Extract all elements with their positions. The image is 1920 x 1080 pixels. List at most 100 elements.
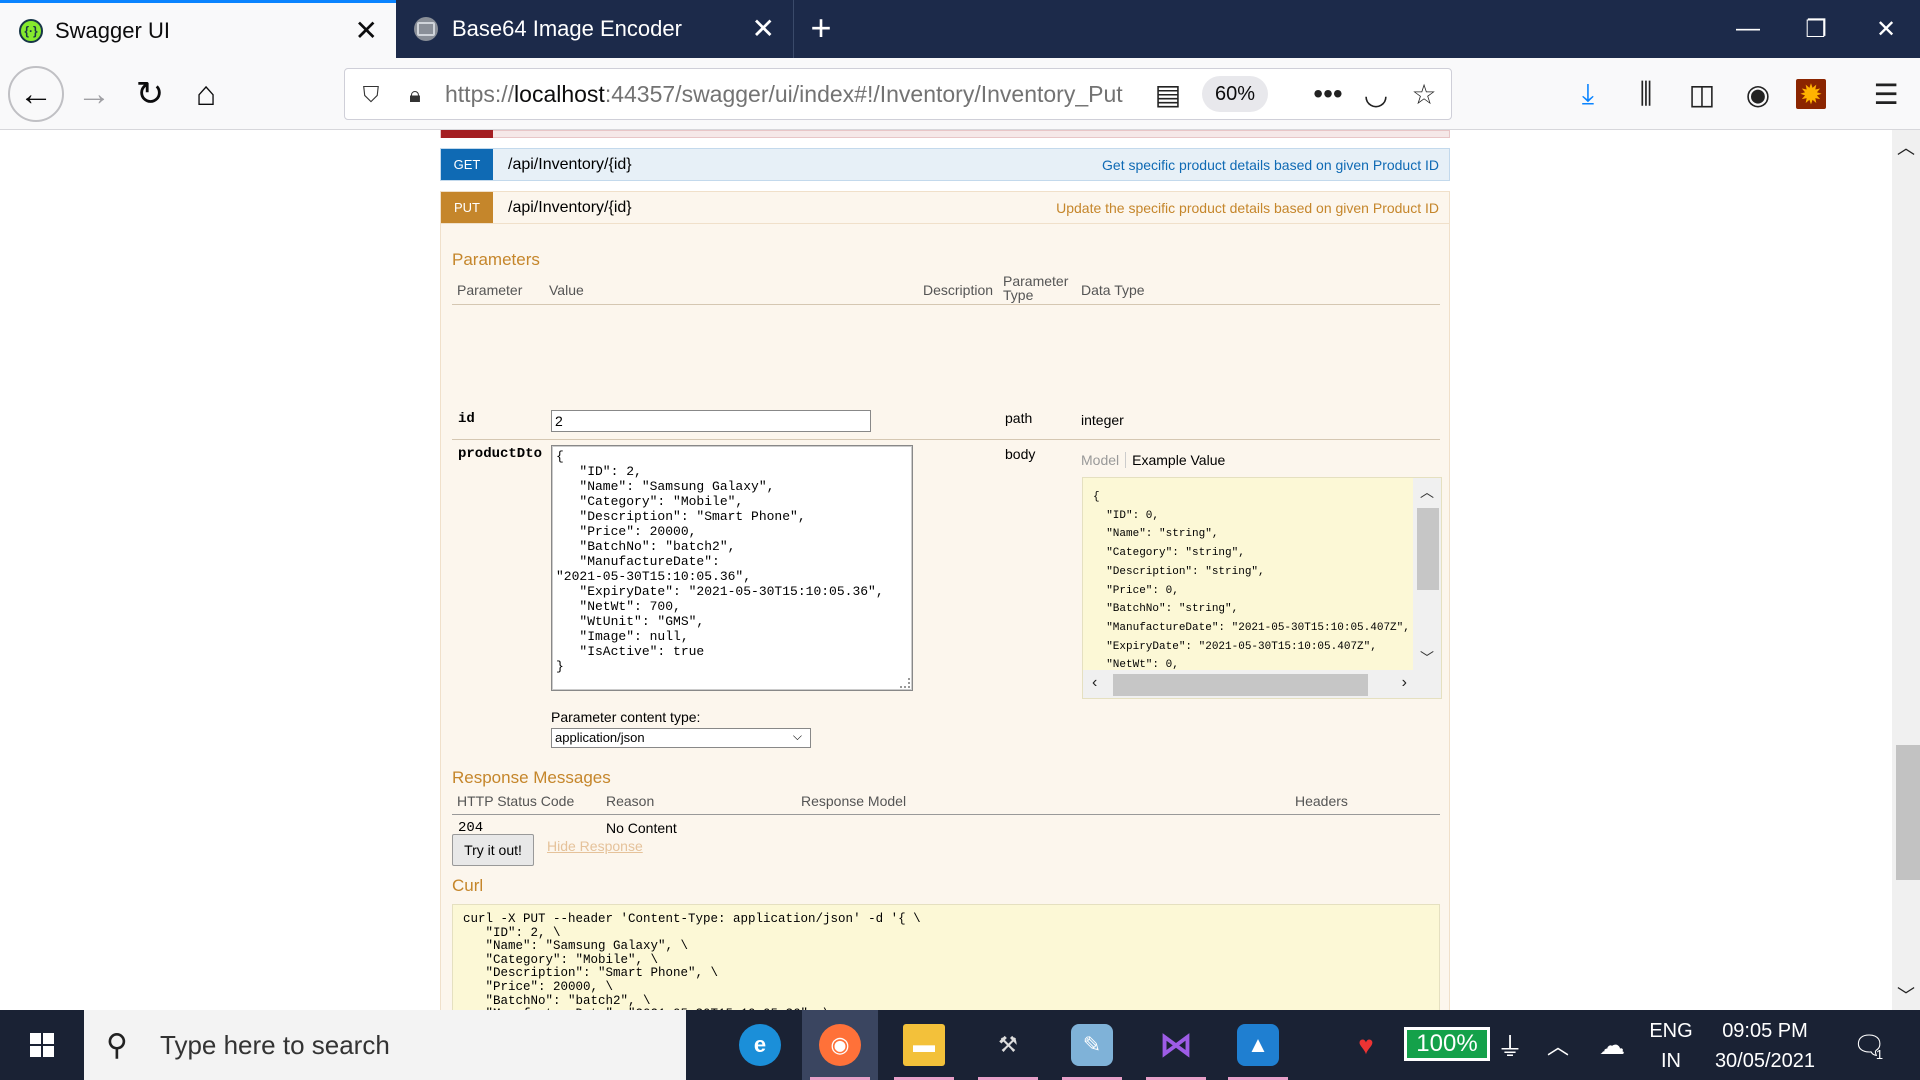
example-value-tab[interactable]: Example Value	[1125, 452, 1226, 468]
region-code: IN	[1661, 1050, 1681, 1072]
window-close-button[interactable]: ✕	[1852, 0, 1920, 58]
operation-get-inventory-id[interactable]: GET /api/Inventory/{id} Get specific pro…	[440, 148, 1450, 181]
nav-toolbar: ← → ↻ ⌂ ⛉ 🔒︎ https://localhost:44357/swa…	[0, 58, 1920, 130]
shield-icon[interactable]: ⛉	[357, 81, 385, 109]
chevron-left-icon[interactable]: ‹	[1092, 674, 1097, 692]
operation-summary[interactable]: Update the specific product details base…	[1056, 200, 1439, 216]
pocket-icon[interactable]: ◡	[1358, 76, 1394, 112]
taskbar-tool[interactable]: ⚒	[970, 1010, 1046, 1080]
taskbar-notepad[interactable]: ✎	[1054, 1010, 1130, 1080]
col-headers: Headers	[1295, 793, 1348, 809]
col-parameter: Parameter	[457, 282, 523, 298]
taskbar-firefox[interactable]: ◉	[802, 1010, 878, 1080]
content-type-value: application/json	[555, 730, 645, 745]
minimize-button[interactable]: —	[1714, 0, 1782, 58]
reload-button[interactable]: ↻	[124, 68, 176, 120]
chevron-right-icon[interactable]: ›	[1402, 674, 1407, 692]
forward-button[interactable]: →	[68, 68, 120, 120]
page-scrollbar[interactable]: ︿ ﹀	[1892, 130, 1920, 1010]
method-badge	[441, 130, 493, 138]
col-value: Value	[549, 282, 584, 298]
scroll-thumb[interactable]	[1896, 745, 1920, 880]
scroll-thumb[interactable]	[1417, 508, 1439, 590]
response-reason: No Content	[606, 820, 677, 836]
col-reason: Reason	[606, 793, 655, 809]
system-clock[interactable]: 09:05 PM 30/05/2021	[1700, 1016, 1830, 1076]
chevron-up-icon[interactable]: ︿	[1540, 1010, 1576, 1080]
tab-base64-encoder[interactable]: Base64 Image Encoder ✕	[396, 0, 794, 58]
reader-view-icon[interactable]: ▤	[1150, 76, 1186, 112]
cloud-icon[interactable]: ☁	[1590, 1010, 1634, 1080]
photos-icon: ▲	[1237, 1024, 1279, 1066]
lock-warning-icon[interactable]: 🔒︎	[401, 81, 429, 109]
put-operation-body: Parameters Parameter Value Description P…	[440, 224, 1450, 1010]
extension-icon[interactable]: ✹	[1796, 79, 1826, 110]
resize-grip[interactable]	[900, 678, 910, 688]
curl-box: curl -X PUT --header 'Content-Type: appl…	[452, 904, 1440, 1010]
power-plug-icon[interactable]: ⏚	[1492, 1010, 1528, 1080]
operation-path[interactable]: /api/Inventory/{id}	[508, 199, 632, 217]
hide-response-link[interactable]: Hide Response	[547, 838, 643, 854]
taskbar-file-explorer[interactable]: ▬	[886, 1010, 962, 1080]
menu-icon[interactable]: ☰	[1868, 76, 1904, 112]
downloads-icon[interactable]: ⤓	[1570, 76, 1606, 112]
new-tab-button[interactable]: +	[800, 8, 842, 50]
library-icon[interactable]: ⫼	[1628, 76, 1664, 112]
battery-indicator[interactable]: 100%	[1404, 1027, 1490, 1061]
curl-title: Curl	[452, 876, 484, 895]
zoom-level[interactable]: 60%	[1202, 76, 1268, 112]
close-icon[interactable]: ✕	[355, 16, 378, 45]
url-bar[interactable]: ⛉ 🔒︎ https://localhost:44357/swagger/ui/…	[344, 68, 1452, 120]
model-tab[interactable]: Model	[1081, 452, 1119, 468]
example-value-box[interactable]: { "ID": 0, "Name": "string", "Category":…	[1082, 477, 1442, 699]
id-input[interactable]	[551, 410, 871, 432]
operation-path[interactable]: /api/Inventory/{id}	[508, 156, 632, 174]
start-button[interactable]	[0, 1010, 84, 1080]
search-placeholder: Type here to search	[160, 1029, 390, 1060]
restore-button[interactable]: ❐	[1782, 0, 1850, 58]
search-icon: ⚲	[106, 1029, 128, 1062]
windows-taskbar: ⚲ Type here to search e ◉ ▬ ⚒ ✎ ⋈ ▲ ♥ 10…	[0, 1010, 1920, 1080]
col-data-type: Data Type	[1081, 282, 1145, 298]
chevron-down-icon[interactable]: ﹀	[1892, 982, 1920, 1008]
home-button[interactable]: ⌂	[180, 68, 232, 120]
data-type-id: integer	[1081, 412, 1124, 428]
notepad-icon: ✎	[1071, 1024, 1113, 1066]
notification-icon[interactable]: 🗨︎ 1	[1846, 1010, 1890, 1080]
health-icon[interactable]: ♥	[1344, 1010, 1388, 1080]
tools-icon: ⚒	[998, 1032, 1018, 1057]
taskbar-visual-studio[interactable]: ⋈	[1138, 1010, 1214, 1080]
product-dto-textarea[interactable]: { "ID": 2, "Name": "Samsung Galaxy", "Ca…	[551, 445, 913, 691]
operation-put-inventory-id[interactable]: PUT /api/Inventory/{id} Update the speci…	[440, 191, 1450, 224]
example-horizontal-scrollbar[interactable]: ‹ ›	[1083, 670, 1415, 698]
close-icon[interactable]: ✕	[752, 15, 775, 43]
previous-operation[interactable]	[440, 130, 1450, 138]
divider	[452, 439, 1440, 440]
edge-icon: e	[739, 1024, 781, 1066]
bookmark-star-icon[interactable]: ☆	[1406, 76, 1442, 112]
url-path: :44357/swagger/ui/index#!/Inventory/Inve…	[604, 81, 1123, 107]
taskbar-search[interactable]: ⚲ Type here to search	[84, 1010, 686, 1080]
example-json: { "ID": 0, "Name": "string", "Category":…	[1093, 491, 1410, 672]
input-language[interactable]: ENG IN	[1646, 1016, 1696, 1076]
taskbar-edge[interactable]: e	[722, 1010, 798, 1080]
example-vertical-scrollbar[interactable]: ︿ ﹀	[1413, 478, 1441, 670]
language-code: ENG	[1649, 1020, 1693, 1042]
tab-title: Swagger UI	[55, 17, 170, 43]
content-type-select[interactable]: application/json ⌵	[551, 728, 811, 748]
sidebar-icon[interactable]: ◫	[1684, 76, 1720, 112]
response-messages-title: Response Messages	[452, 768, 611, 787]
page-actions-icon[interactable]: •••	[1310, 76, 1346, 112]
chevron-up-icon[interactable]: ︿	[1892, 134, 1920, 160]
model-tabs: Model Example Value	[1081, 452, 1226, 468]
chevron-down-icon[interactable]: ﹀	[1413, 648, 1441, 668]
tab-swagger-ui[interactable]: {·} Swagger UI ✕	[0, 0, 396, 58]
col-http-status: HTTP Status Code	[457, 793, 575, 809]
try-it-out-button[interactable]: Try it out!	[452, 834, 534, 866]
chevron-up-icon[interactable]: ︿	[1413, 482, 1441, 502]
account-icon[interactable]: ◉	[1740, 76, 1776, 112]
operation-summary[interactable]: Get specific product details based on gi…	[1102, 157, 1439, 173]
scroll-thumb[interactable]	[1113, 674, 1368, 696]
back-button[interactable]: ←	[8, 66, 64, 122]
taskbar-photos[interactable]: ▲	[1220, 1010, 1296, 1080]
